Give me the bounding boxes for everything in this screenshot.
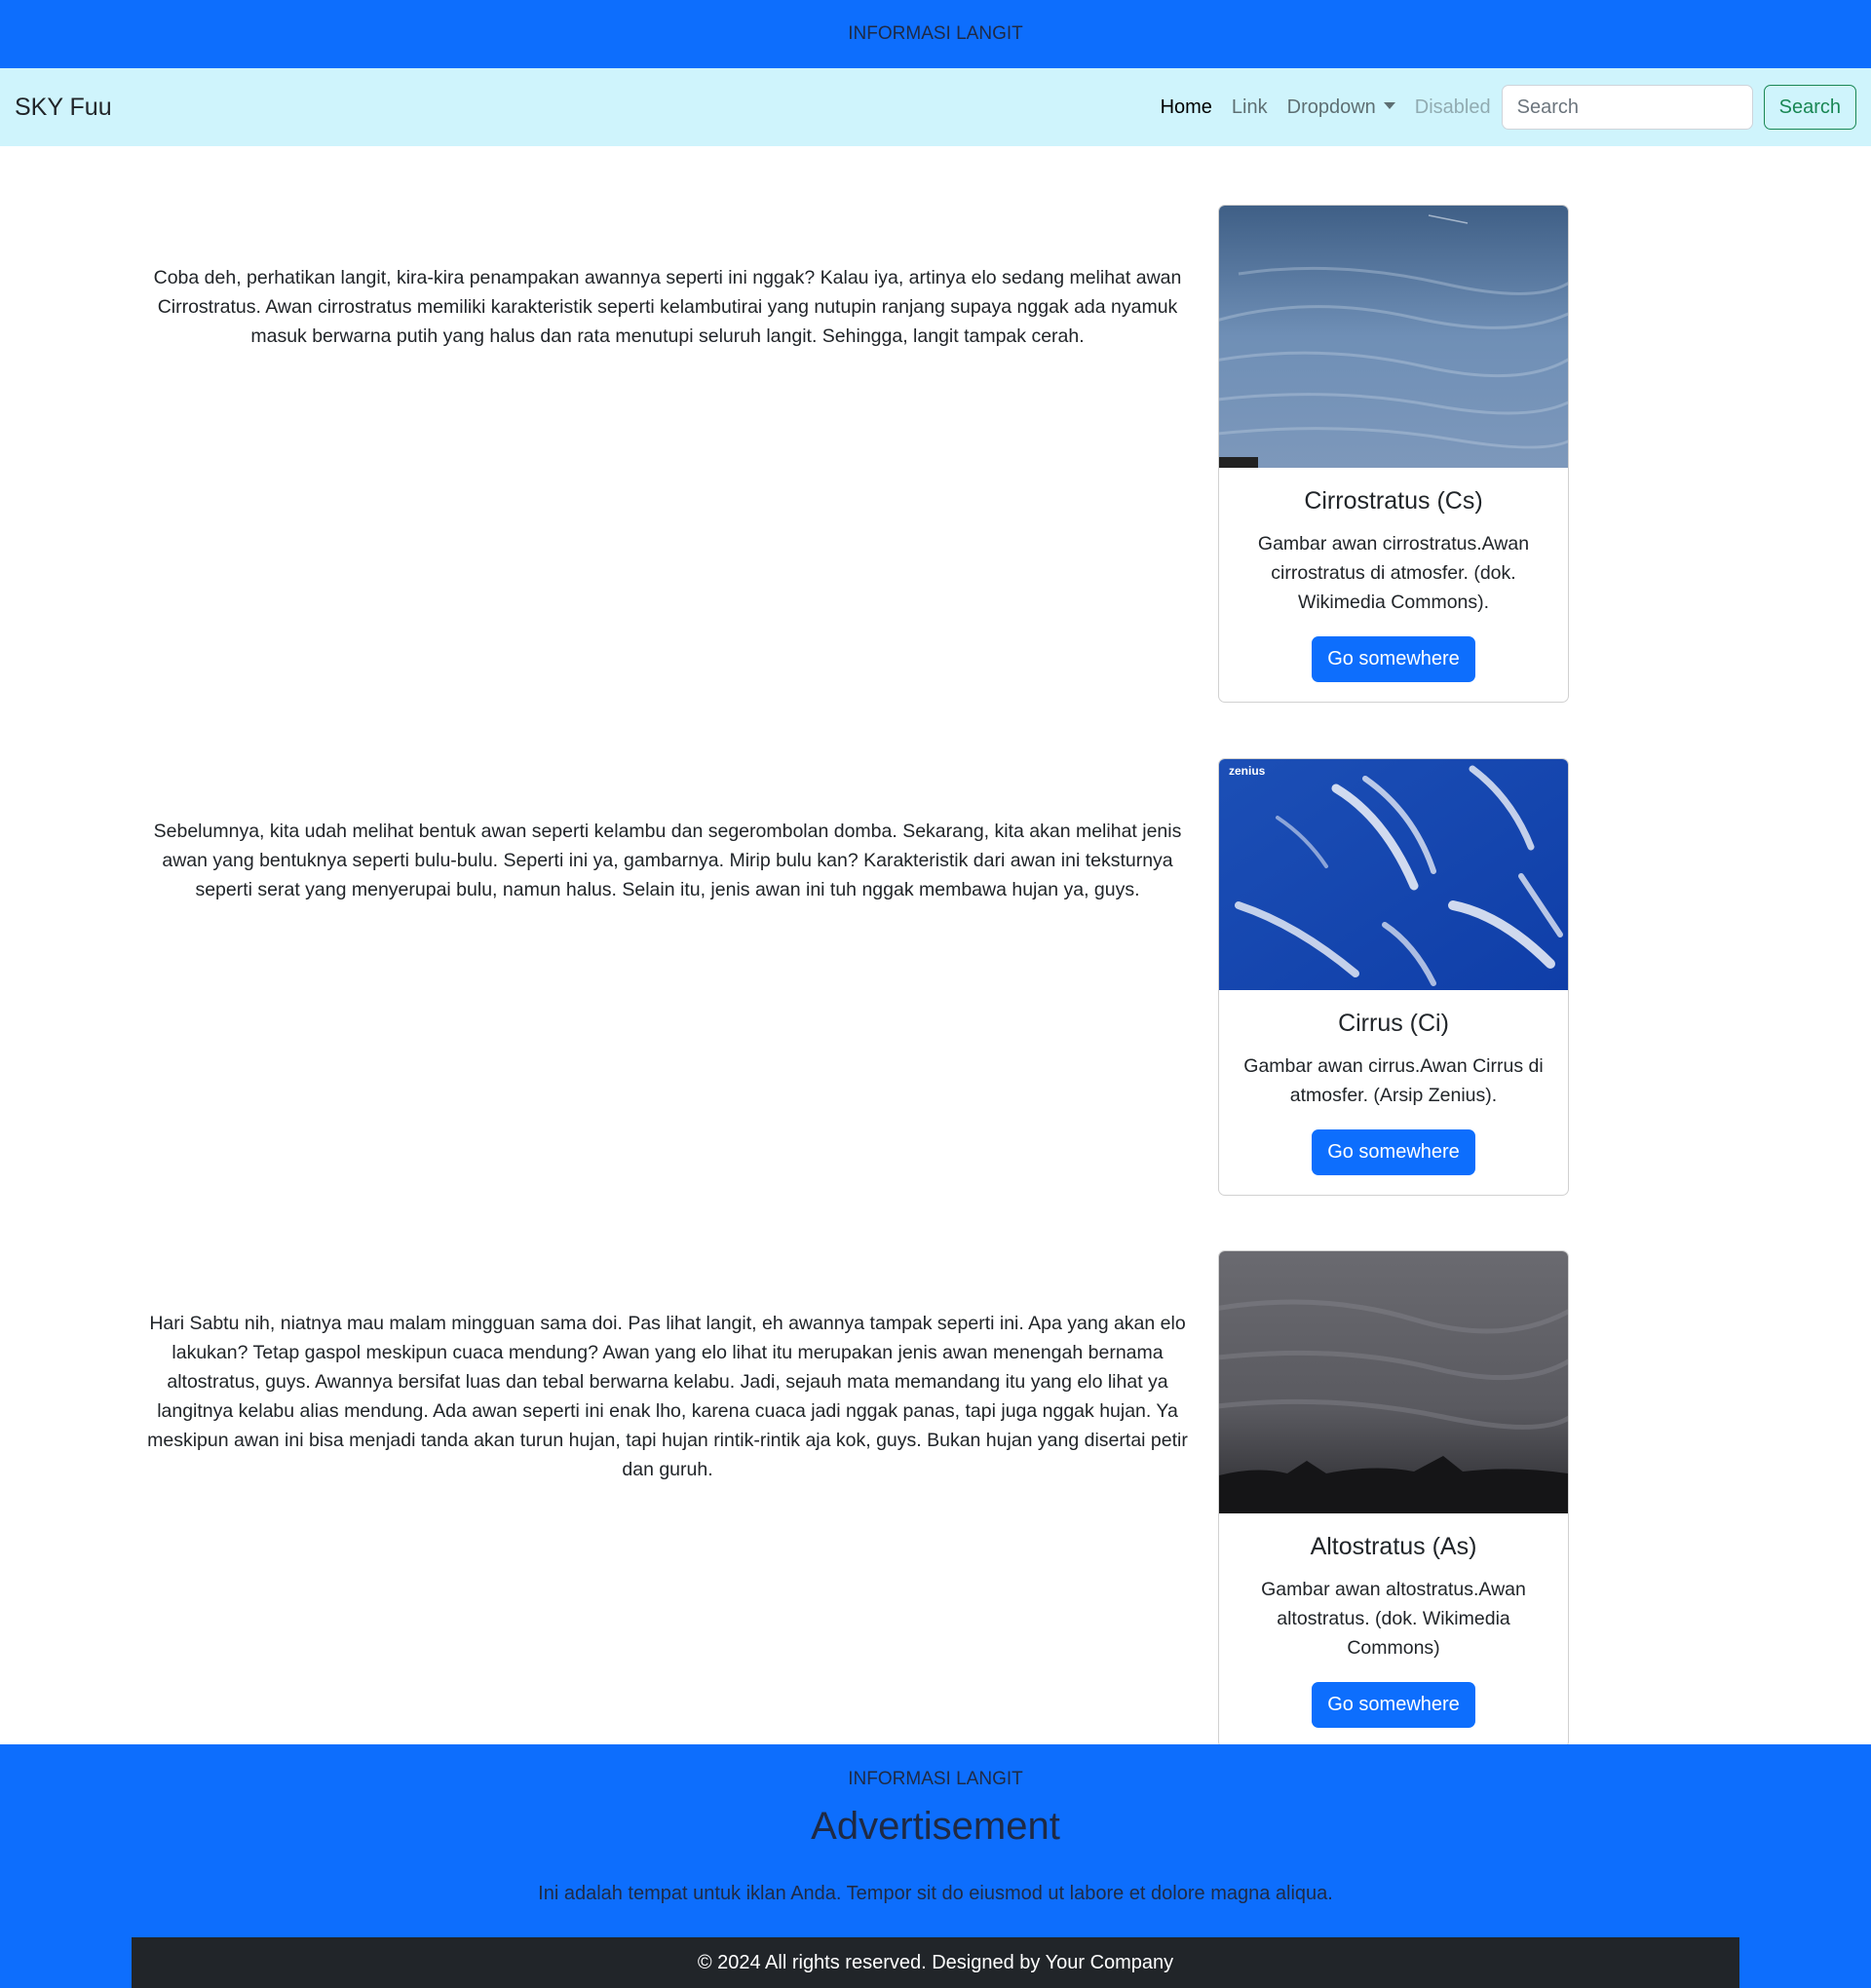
- navbar-menu: Home Link Dropdown Disabled Search: [1151, 85, 1856, 130]
- go-somewhere-button[interactable]: Go somewhere: [1312, 636, 1475, 682]
- top-banner: INFORMASI LANGIT: [0, 0, 1871, 68]
- cloud-card: zenius Cirrus (Ci) Gambar awan cirrus.Aw…: [1218, 758, 1569, 1196]
- card-title: Cirrus (Ci): [1338, 1010, 1449, 1037]
- nav-home-link[interactable]: Home: [1151, 96, 1222, 119]
- navbar-brand[interactable]: SKY Fuu: [15, 94, 112, 122]
- cirrostratus-photo: [1219, 206, 1568, 468]
- cloud-card: Cirrostratus (Cs) Gambar awan cirrostrat…: [1218, 205, 1569, 703]
- cirrus-photo: zenius: [1219, 759, 1568, 990]
- card-title: Altostratus (As): [1310, 1533, 1477, 1560]
- nav-dropdown-label: Dropdown: [1286, 96, 1376, 118]
- card-body: Cirrostratus (Cs) Gambar awan cirrostrat…: [1219, 468, 1568, 702]
- advertisement-text: Ini adalah tempat untuk iklan Anda. Temp…: [538, 1883, 1333, 1904]
- card-title: Cirrostratus (Cs): [1304, 487, 1483, 515]
- footer-brand: INFORMASI LANGIT: [848, 1769, 1023, 1789]
- navbar: SKY Fuu Home Link Dropdown Disabled Sear…: [0, 68, 1871, 146]
- section-paragraph: Hari Sabtu nih, niatnya mau malam minggu…: [147, 1313, 1188, 1480]
- card-text: Gambar awan altostratus.Awan altostratus…: [1261, 1579, 1526, 1659]
- search-input[interactable]: [1501, 85, 1753, 130]
- zenius-watermark: zenius: [1229, 764, 1266, 778]
- section-paragraph: Coba deh, perhatikan langit, kira-kira p…: [153, 267, 1182, 347]
- card-text: Gambar awan cirrostratus.Awan cirrostrat…: [1257, 533, 1530, 613]
- search-button[interactable]: Search: [1763, 85, 1856, 130]
- go-somewhere-button[interactable]: Go somewhere: [1312, 1129, 1475, 1175]
- card-body: Altostratus (As) Gambar awan altostratus…: [1219, 1513, 1568, 1747]
- nav-disabled-link: Disabled: [1414, 96, 1491, 118]
- footer: INFORMASI LANGIT Advertisement Ini adala…: [0, 1744, 1871, 1988]
- go-somewhere-button[interactable]: Go somewhere: [1312, 1682, 1475, 1728]
- caret-down-icon: [1383, 101, 1395, 109]
- top-banner-title: INFORMASI LANGIT: [848, 23, 1023, 44]
- card-body: Cirrus (Ci) Gambar awan cirrus.Awan Cirr…: [1219, 990, 1568, 1195]
- copyright-bar: © 2024 All rights reserved. Designed by …: [132, 1937, 1739, 1988]
- nav-link-link[interactable]: Link: [1222, 96, 1278, 119]
- advertisement-title: Advertisement: [811, 1805, 1060, 1848]
- section-paragraph: Sebelumnya, kita udah melihat bentuk awa…: [153, 821, 1182, 900]
- cloud-card: Altostratus (As) Gambar awan altostratus…: [1218, 1250, 1569, 1748]
- card-text: Gambar awan cirrus.Awan Cirrus di atmosf…: [1243, 1055, 1544, 1106]
- altostratus-photo: [1219, 1251, 1568, 1513]
- nav-dropdown-toggle[interactable]: Dropdown: [1278, 96, 1405, 119]
